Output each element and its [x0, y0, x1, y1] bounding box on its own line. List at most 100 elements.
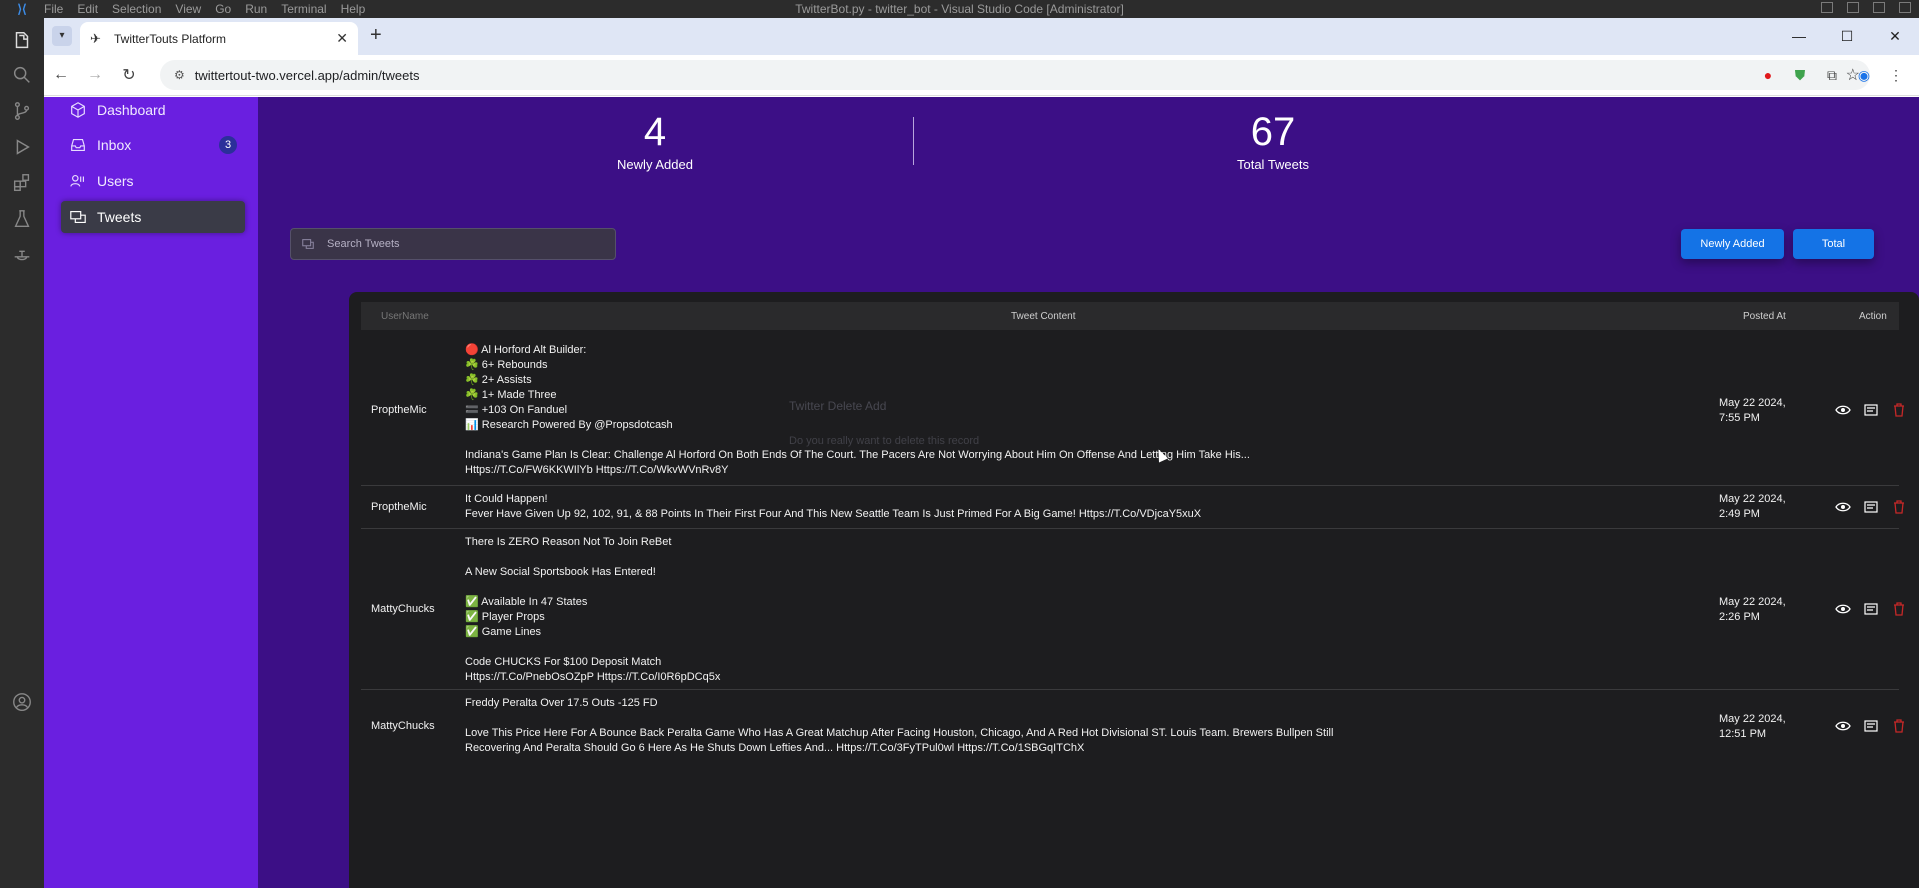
row-tweet-content: Freddy Peralta Over 17.5 Outs -125 FD Lo…	[465, 697, 1334, 754]
inbox-count-badge: 3	[219, 136, 237, 154]
back-icon[interactable]: ←	[44, 66, 78, 84]
sidebar-item-users[interactable]: Users	[61, 165, 245, 197]
source-control-icon[interactable]	[11, 100, 33, 122]
view-eye-icon[interactable]	[1835, 601, 1851, 617]
account-icon[interactable]	[11, 691, 33, 713]
delete-trash-icon[interactable]	[1891, 499, 1907, 515]
row-tweet-content: It Could Happen! Fever Have Given Up 92,…	[465, 493, 1202, 520]
row-actions	[1835, 718, 1907, 734]
delete-trash-icon[interactable]	[1891, 402, 1907, 418]
menu-go[interactable]: Go	[215, 2, 231, 16]
row-actions	[1835, 499, 1907, 515]
sidebar-item-inbox[interactable]: Inbox 3	[61, 129, 245, 161]
col-action: Action	[1859, 311, 1887, 322]
extensions-icon[interactable]	[11, 172, 33, 194]
row-actions	[1835, 402, 1907, 418]
close-window-icon[interactable]: ✕	[1871, 18, 1919, 55]
extensions-puzzle-icon[interactable]: ⧉	[1823, 66, 1841, 84]
stat-value: 67	[1250, 110, 1296, 154]
row-username: MattyChucks	[371, 603, 435, 615]
search-icon[interactable]	[11, 64, 33, 86]
browser-menu-icon[interactable]: ⋮	[1887, 66, 1905, 84]
tweets-icon	[70, 211, 86, 223]
view-eye-icon[interactable]	[1835, 499, 1851, 515]
window-controls: — ☐ ✕	[1775, 18, 1919, 55]
col-posted-at: Posted At	[1743, 311, 1786, 322]
stat-label: Newly Added	[617, 157, 693, 172]
tab-twittertouts[interactable]: ✈ TwitterTouts Platform ✕	[80, 22, 358, 55]
fading-delete-modal-title: Twitter Delete Add	[789, 399, 887, 413]
search-box[interactable]	[290, 228, 616, 260]
table-row: MattyChucks Freddy Peralta Over 17.5 Out…	[361, 690, 1904, 810]
table-header: UserName Tweet Content Posted At Action	[361, 302, 1899, 330]
sidebar: Dashboard Inbox 3 Users Tweets	[44, 97, 258, 888]
row-tweet-content: There Is ZERO Reason Not To Join ReBet A…	[465, 536, 721, 683]
delete-trash-icon[interactable]	[1891, 601, 1907, 617]
close-tab-icon[interactable]: ✕	[336, 30, 348, 47]
fading-delete-modal-text: Do you really want to delete this record	[789, 435, 980, 447]
browser-window: ▾ ✈ TwitterTouts Platform ✕ + — ☐ ✕ ← → …	[44, 18, 1919, 888]
stat-value: 4	[643, 110, 667, 154]
view-eye-icon[interactable]	[1835, 718, 1851, 734]
toggle-sidebar-icon[interactable]	[1821, 2, 1833, 13]
col-tweet-content: Tweet Content	[1011, 311, 1076, 322]
opera-extension-icon[interactable]: ●	[1759, 66, 1777, 84]
stats-divider	[913, 117, 914, 165]
new-tab-icon[interactable]: +	[370, 24, 382, 47]
row-posted-at: May 22 2024, 2:26 PM	[1719, 596, 1786, 623]
address-bar-row: ← → ↻ ⚙ twittertout-two.vercel.app/admin…	[44, 55, 1919, 96]
details-icon[interactable]	[1863, 718, 1879, 734]
menu-view[interactable]: View	[175, 2, 201, 16]
newly-added-button[interactable]: Newly Added	[1681, 229, 1784, 259]
sidebar-item-label: Dashboard	[97, 102, 166, 118]
reload-icon[interactable]: ↻	[112, 65, 146, 85]
details-icon[interactable]	[1863, 499, 1879, 515]
forward-icon[interactable]: →	[78, 66, 112, 84]
customize-layout-icon[interactable]	[1899, 2, 1911, 13]
row-username: ProptheMic	[371, 501, 427, 513]
details-icon[interactable]	[1863, 402, 1879, 418]
menu-help[interactable]: Help	[341, 2, 366, 16]
table-row: ProptheMic It Could Happen! Fever Have G…	[361, 486, 1904, 529]
stat-label: Total Tweets	[1236, 157, 1310, 172]
testing-flask-icon[interactable]	[11, 208, 33, 230]
row-username: MattyChucks	[371, 720, 435, 732]
toggle-panel-icon[interactable]	[1847, 2, 1859, 13]
run-debug-icon[interactable]	[11, 136, 33, 158]
view-eye-icon[interactable]	[1835, 402, 1851, 418]
row-posted-at: May 22 2024, 2:49 PM	[1719, 493, 1786, 520]
total-button[interactable]: Total	[1793, 229, 1874, 259]
tab-strip: ▾ ✈ TwitterTouts Platform ✕ + — ☐ ✕	[44, 18, 1919, 55]
stat-total-tweets: 67 Total Tweets	[1123, 109, 1423, 172]
shield-extension-icon[interactable]: ⛊	[1791, 66, 1809, 84]
url-text: twittertout-two.vercel.app/admin/tweets	[194, 67, 420, 83]
row-actions	[1835, 601, 1907, 617]
site-info-icon[interactable]: ⚙	[174, 68, 185, 82]
favicon-icon: ✈	[90, 30, 101, 46]
row-tweet-content: 🔴 Al Horford Alt Builder: ☘️ 6+ Rebounds…	[465, 344, 1250, 476]
toggle-secondary-sidebar-icon[interactable]	[1873, 2, 1885, 13]
row-posted-at: May 22 2024, 7:55 PM	[1719, 397, 1786, 424]
profile-avatar-icon[interactable]: ◉	[1855, 66, 1873, 84]
menu-terminal[interactable]: Terminal	[281, 2, 326, 16]
remote-genie-icon[interactable]	[11, 244, 33, 266]
details-icon[interactable]	[1863, 601, 1879, 617]
delete-trash-icon[interactable]	[1891, 718, 1907, 734]
menu-run[interactable]: Run	[245, 2, 267, 16]
menu-file[interactable]: File	[44, 2, 63, 16]
menu-selection[interactable]: Selection	[112, 2, 161, 16]
explorer-icon[interactable]	[11, 30, 33, 52]
stat-newly-added: 4 Newly Added	[505, 109, 805, 172]
tab-title: TwitterTouts Platform	[114, 31, 227, 46]
sidebar-item-tweets[interactable]: Tweets	[61, 201, 245, 233]
menu-edit[interactable]: Edit	[77, 2, 98, 16]
tab-search-dropdown-icon[interactable]: ▾	[52, 26, 72, 46]
search-input[interactable]	[327, 238, 587, 250]
maximize-icon[interactable]: ☐	[1823, 18, 1871, 55]
admin-page: Dashboard Inbox 3 Users Tweets 4 Newly A…	[44, 97, 1919, 888]
inbox-icon	[71, 139, 85, 151]
vscode-activity-bar	[0, 18, 44, 888]
url-field[interactable]: ⚙ twittertout-two.vercel.app/admin/tweet…	[160, 60, 1870, 90]
minimize-icon[interactable]: —	[1775, 18, 1823, 55]
sidebar-item-dashboard[interactable]: Dashboard	[61, 97, 245, 126]
